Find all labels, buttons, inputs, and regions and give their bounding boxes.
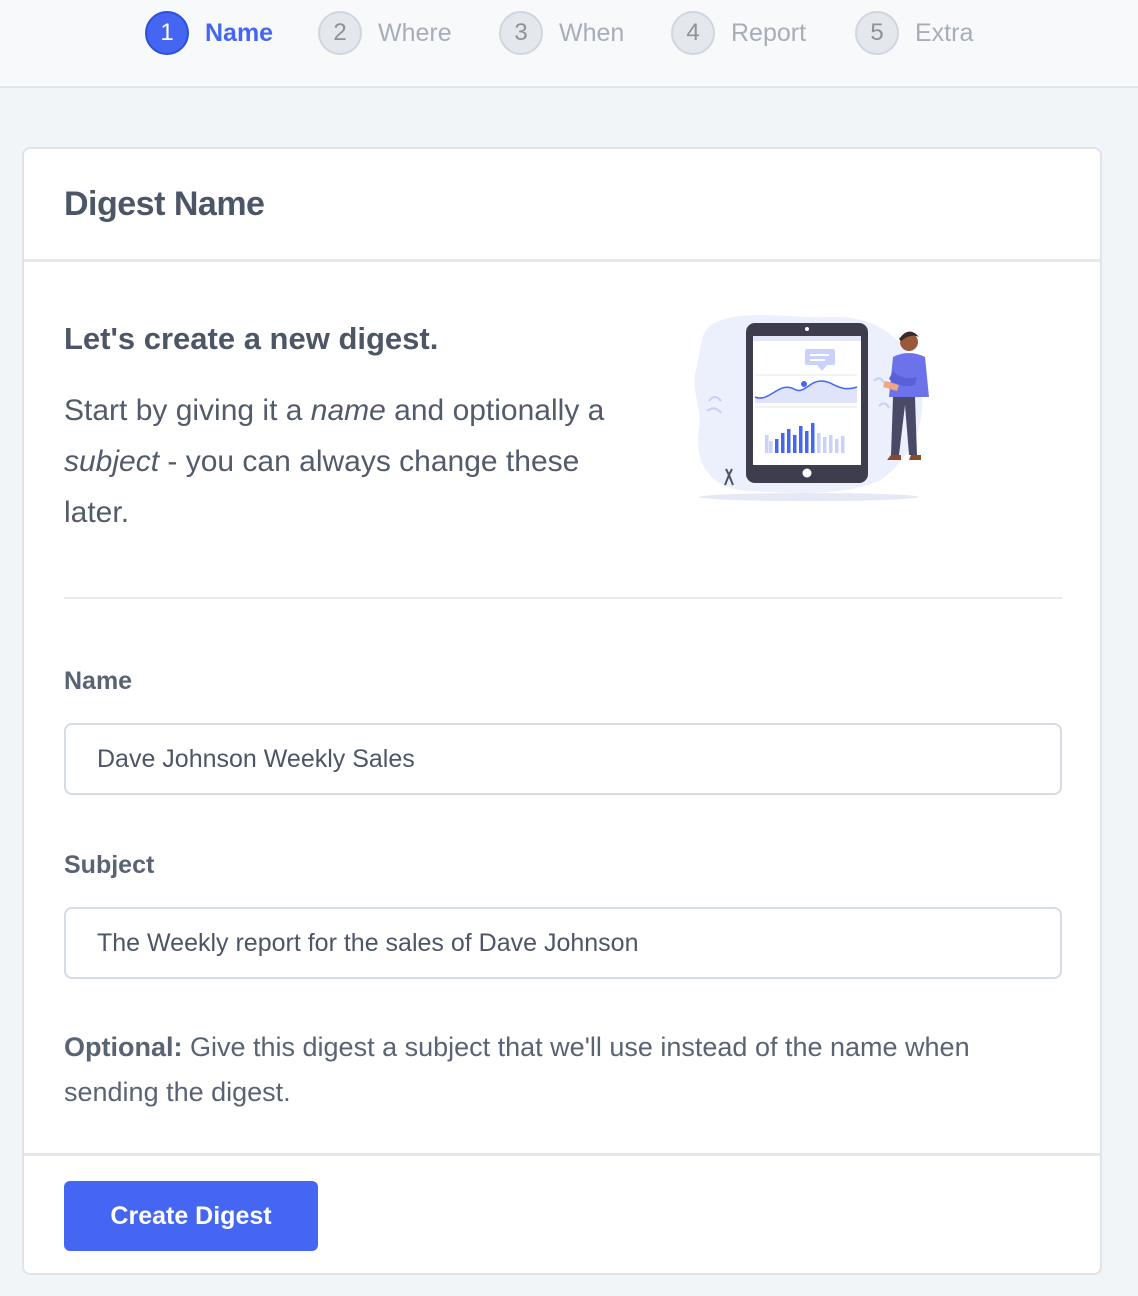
subject-input[interactable]	[64, 907, 1062, 979]
person-with-tablet-chart-illustration	[694, 314, 929, 501]
step-label: Extra	[915, 18, 974, 47]
step-number: 2	[318, 11, 362, 55]
hint-optional-label: Optional:	[64, 1032, 183, 1062]
header-divider	[24, 259, 1100, 262]
card-title: Digest Name	[64, 185, 265, 223]
step-number: 1	[145, 11, 189, 55]
step-when[interactable]: 3 When	[499, 11, 624, 55]
wizard-stepper: 1 Name 2 Where 3 When 4 Report 5 Extra	[0, 0, 1138, 88]
intro-heading: Let's create a new digest.	[64, 321, 439, 356]
step-where[interactable]: 2 Where	[318, 11, 452, 55]
step-label: Report	[731, 18, 807, 47]
subject-label: Subject	[64, 851, 155, 879]
create-digest-button[interactable]: Create Digest	[64, 1181, 318, 1251]
section-divider	[64, 597, 1062, 599]
footer-divider	[24, 1153, 1100, 1156]
intro-emphasis-subject: subject	[64, 445, 160, 478]
intro-text: Start by giving it a name and optionally…	[64, 385, 624, 538]
step-label: Where	[378, 18, 452, 47]
step-number: 3	[499, 11, 543, 55]
step-report[interactable]: 4 Report	[671, 11, 806, 55]
name-input[interactable]	[64, 723, 1062, 795]
step-number: 4	[671, 11, 715, 55]
step-label: When	[559, 18, 625, 47]
digest-card: Digest Name Let's create a new digest. S…	[22, 147, 1102, 1275]
intro-text-part: Start by giving it a	[64, 394, 311, 427]
step-name[interactable]: 1 Name	[145, 11, 273, 55]
intro-emphasis-name: name	[310, 394, 386, 427]
subject-hint: Optional: Give this digest a subject tha…	[64, 1025, 1064, 1115]
hint-text: Give this digest a subject that we'll us…	[64, 1032, 970, 1107]
intro-text-part: and optionally a	[385, 394, 605, 427]
step-number: 5	[855, 11, 899, 55]
name-label: Name	[64, 667, 133, 695]
step-extra[interactable]: 5 Extra	[855, 11, 973, 55]
step-label: Name	[205, 18, 274, 47]
